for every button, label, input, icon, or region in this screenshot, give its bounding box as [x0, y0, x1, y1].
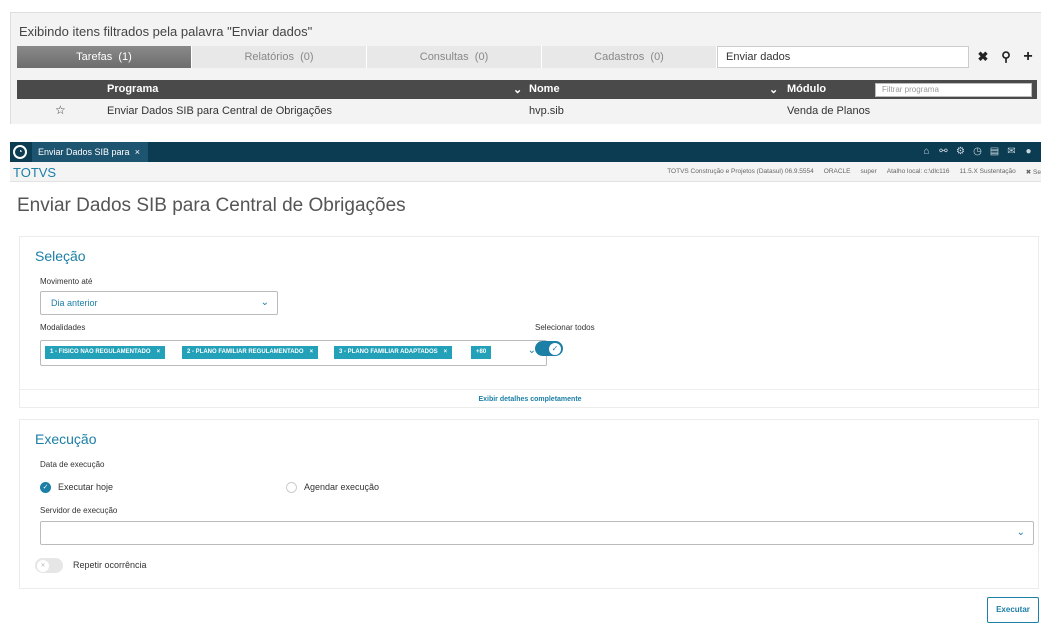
executar-hoje-label[interactable]: Executar hoje	[58, 482, 113, 492]
cell-program[interactable]: Enviar Dados SIB para Central de Obrigaç…	[107, 105, 332, 117]
chevron-down-icon: ⌄	[260, 297, 269, 308]
circle-icon[interactable]: ●	[1020, 142, 1037, 162]
star-icon[interactable]: ☆	[55, 103, 66, 117]
servidor-label: Servidor de execução	[40, 506, 118, 515]
modalidades-label: Modalidades	[40, 323, 86, 332]
add-icon[interactable]: +	[1018, 46, 1038, 68]
details-link[interactable]: Exibir detalhes completamente	[20, 389, 1040, 409]
clock-icon[interactable]: ◷	[969, 142, 986, 162]
totvs-logo-icon[interactable]: ◔	[13, 145, 27, 159]
remove-tag-icon[interactable]: ×	[444, 349, 448, 355]
repetir-toggle[interactable]	[35, 558, 63, 573]
column-name[interactable]: Nome	[529, 83, 560, 95]
cell-name: hvp.sib	[529, 105, 564, 117]
tag-modalidade[interactable]: 3 - PLANO FAMILIAR ADAPTADOS ×	[334, 346, 453, 359]
column-program[interactable]: Programa	[107, 83, 158, 95]
execute-button[interactable]: Executar	[987, 597, 1039, 623]
exit-button[interactable]: ✖ Se	[1026, 168, 1041, 176]
sitemap-icon[interactable]: ⚯	[935, 142, 952, 162]
execucao-card: Execução Data de execução ✓ Executar hoj…	[19, 419, 1039, 589]
selecao-title: Seleção	[35, 248, 86, 264]
version-label: 11.5.X Sustentação	[959, 168, 1016, 175]
page-title: Enviar Dados SIB para Central de Obrigaç…	[17, 195, 406, 216]
data-execucao-label: Data de execução	[40, 460, 105, 469]
table-row[interactable]: ☆ Enviar Dados SIB para Central de Obrig…	[17, 101, 1037, 121]
selecao-card: Seleção Movimento até Dia anterior ⌄ Mod…	[19, 236, 1040, 409]
clear-icon[interactable]: ✖	[973, 46, 993, 68]
selecionar-todos-toggle[interactable]	[535, 341, 563, 356]
mail-icon[interactable]: ✉	[1003, 142, 1020, 162]
chevron-down-icon[interactable]: ⌄	[769, 83, 778, 96]
gear-icon[interactable]: ⚙	[952, 142, 969, 162]
company-label[interactable]: TOTVS Construção e Projetos (Datasul) 06…	[667, 168, 814, 176]
close-icon[interactable]: ×	[135, 142, 140, 162]
toolbar-icons: ⌂ ⚯ ⚙ ◷ ▤ ✉ ●	[918, 142, 1037, 162]
home-icon[interactable]: ⌂	[918, 142, 935, 162]
agendar-execucao-label[interactable]: Agendar execução	[304, 482, 379, 492]
filter-tabs: Tarefas (1) Relatórios (0) Consultas (0)…	[17, 46, 717, 68]
radio-agendar-execucao[interactable]	[286, 482, 297, 493]
user-label[interactable]: super	[861, 168, 877, 176]
movimento-select[interactable]: Dia anterior ⌄	[40, 291, 278, 315]
search-title: Exibindo itens filtrados pela palavra "E…	[19, 24, 313, 39]
filter-program-input[interactable]: Filtrar programa	[875, 83, 1032, 97]
brand-label: TOTVS	[13, 165, 57, 180]
tab-consultas[interactable]: Consultas (0)	[367, 46, 542, 68]
session-info: TOTVS Construção e Projetos (Datasul) 06…	[667, 168, 1041, 176]
radio-executar-hoje[interactable]: ✓	[40, 482, 51, 493]
totvs-info-bar: TOTVS TOTVS Construção e Projetos (Datas…	[10, 162, 1041, 182]
tab-cadastros[interactable]: Cadastros (0)	[542, 46, 717, 68]
app-bar: ◔ Enviar Dados SIB para × ⌂ ⚯ ⚙ ◷ ▤ ✉ ●	[10, 142, 1041, 162]
selecionar-todos-label: Selecionar todos	[535, 323, 595, 332]
document-icon[interactable]: ▤	[986, 142, 1003, 162]
tab-tarefas[interactable]: Tarefas (1)	[17, 46, 192, 68]
chevron-down-icon: ⌄	[1016, 527, 1025, 538]
tag-modalidade[interactable]: 1 - FISICO NAO REGULAMENTADO ×	[45, 346, 166, 359]
search-icon[interactable]: ⚲	[996, 46, 1016, 68]
shortcut-label: Atalho local: c:\dlc116	[886, 168, 950, 175]
remove-tag-icon[interactable]: ×	[310, 349, 314, 355]
tab-enviar-dados[interactable]: Enviar Dados SIB para ×	[32, 142, 148, 162]
tag-modalidade[interactable]: 2 - PLANO FAMILIAR REGULAMENTADO ×	[182, 346, 319, 359]
column-module[interactable]: Módulo	[787, 83, 826, 95]
servidor-select[interactable]: ⌄	[40, 521, 1034, 545]
search-results-panel: Exibindo itens filtrados pela palavra "E…	[10, 12, 1041, 124]
search-input[interactable]: Enviar dados	[717, 46, 969, 68]
more-tags-badge[interactable]: +80	[471, 346, 492, 359]
chevron-down-icon[interactable]: ⌄	[513, 83, 522, 96]
db-label: ORACLE	[823, 168, 851, 175]
modalidades-multiselect[interactable]: 1 - FISICO NAO REGULAMENTADO × 2 - PLANO …	[40, 340, 547, 366]
remove-tag-icon[interactable]: ×	[157, 349, 161, 355]
movimento-label: Movimento até	[40, 277, 93, 286]
repetir-label: Repetir ocorrência	[73, 560, 147, 570]
cell-module: Venda de Planos	[787, 105, 871, 117]
tab-relatorios[interactable]: Relatórios (0)	[192, 46, 367, 68]
execucao-title: Execução	[35, 431, 97, 447]
